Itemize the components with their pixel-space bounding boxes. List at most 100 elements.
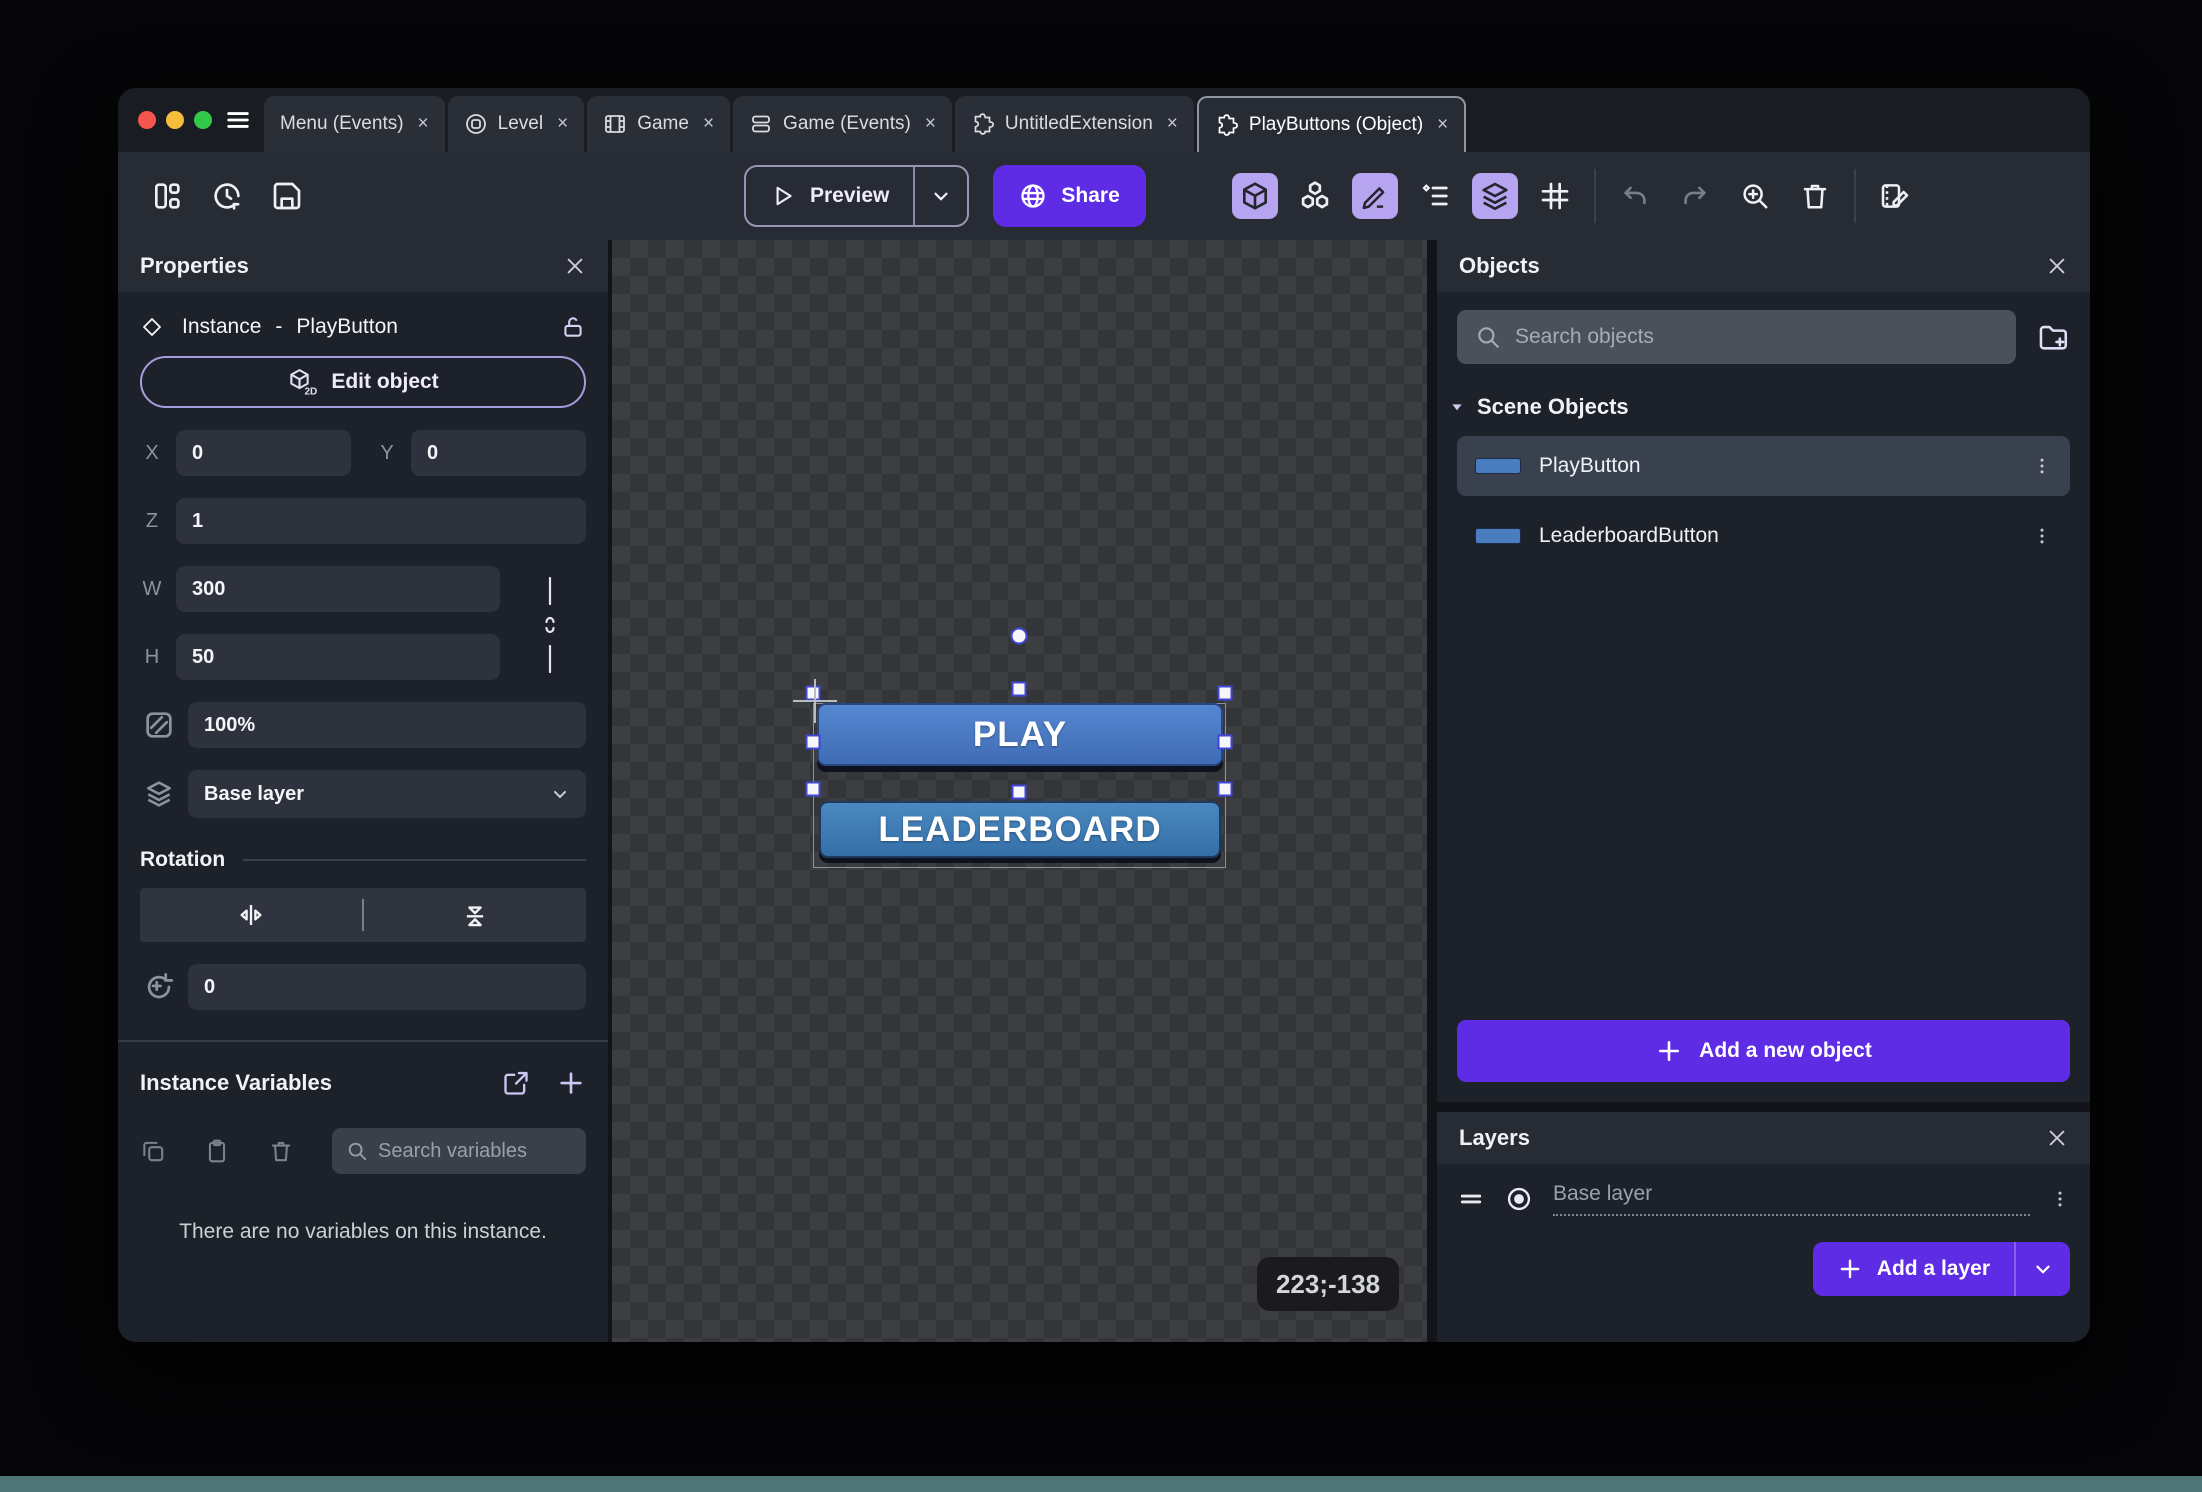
- close-icon[interactable]: [2046, 1127, 2068, 1149]
- close-tab-icon[interactable]: ×: [557, 113, 568, 135]
- tab-level[interactable]: Level ×: [448, 96, 585, 152]
- preview-button[interactable]: Preview: [744, 165, 969, 227]
- selection-handle-bottom-left[interactable]: [806, 782, 821, 797]
- height-input[interactable]: [176, 634, 500, 680]
- rotation-handle[interactable]: [1011, 628, 1028, 645]
- tab-playbuttons-object[interactable]: PlayButtons (Object) ×: [1197, 96, 1466, 152]
- close-tab-icon[interactable]: ×: [1437, 114, 1448, 136]
- opacity-input[interactable]: [188, 702, 586, 748]
- add-new-object-button[interactable]: Add a new object: [1457, 1020, 2070, 1082]
- selection-handle-top-right[interactable]: [1218, 686, 1233, 701]
- layer-select[interactable]: Base layer: [188, 770, 586, 818]
- rotate-icon: [140, 969, 178, 1005]
- close-tab-icon[interactable]: ×: [1167, 113, 1178, 135]
- selection-handle-top-center[interactable]: [1012, 682, 1027, 697]
- object-row-leaderboardbutton[interactable]: LeaderboardButton: [1457, 506, 2070, 566]
- panel-title: Objects: [1459, 253, 1540, 279]
- close-icon[interactable]: [2046, 255, 2068, 277]
- share-button[interactable]: Share: [993, 165, 1145, 227]
- close-tab-icon[interactable]: ×: [925, 113, 936, 135]
- unlock-icon[interactable]: [560, 314, 586, 340]
- close-tab-icon[interactable]: ×: [703, 113, 714, 135]
- object-menu-icon[interactable]: [2032, 456, 2052, 476]
- z-input[interactable]: [176, 498, 586, 544]
- selection-handle-mid-right[interactable]: [1218, 735, 1233, 750]
- rotation-row: [140, 964, 586, 1010]
- open-variables-dialog-icon[interactable]: [502, 1069, 530, 1097]
- object-name: PlayButton: [1539, 454, 1641, 478]
- properties-body: Instance - PlayButton 2D Edit object X: [118, 292, 608, 1342]
- redo-icon[interactable]: [1672, 173, 1718, 219]
- no-variables-message: There are no variables on this instance.: [173, 1216, 553, 1249]
- objects-body: Scene Objects PlayButton LeaderboardButt…: [1437, 292, 2090, 1102]
- zoom-in-icon[interactable]: [1732, 173, 1778, 219]
- flip-vertical-button[interactable]: [364, 900, 586, 930]
- layer-name-field[interactable]: Base layer: [1553, 1182, 2030, 1216]
- tab-label: Level: [498, 113, 543, 135]
- search-variables-input[interactable]: [378, 1140, 572, 1163]
- objects-panel: Objects Scene Objects: [1437, 240, 2090, 1102]
- add-layer-button[interactable]: Add a layer: [1813, 1242, 2070, 1296]
- layer-visibility-icon[interactable]: [1505, 1185, 1533, 1213]
- x-input[interactable]: [176, 430, 351, 476]
- instances-list-icon[interactable]: [1412, 173, 1458, 219]
- save-icon[interactable]: [264, 173, 310, 219]
- paste-icon[interactable]: [204, 1138, 230, 1164]
- leaderboard-button-instance[interactable]: LEADERBOARD: [819, 801, 1221, 858]
- add-folder-icon[interactable]: [2036, 320, 2070, 354]
- layer-select-value: Base layer: [204, 783, 304, 806]
- undo-icon[interactable]: [1612, 173, 1658, 219]
- object-row-playbutton[interactable]: PlayButton: [1457, 436, 2070, 496]
- delete-variable-icon[interactable]: [268, 1138, 294, 1164]
- layer-menu-icon[interactable]: [2050, 1189, 2070, 1209]
- plus-icon: [1655, 1037, 1683, 1065]
- tab-menu-events[interactable]: Menu (Events) ×: [264, 96, 445, 152]
- layers-icon[interactable]: [1472, 173, 1518, 219]
- search-icon: [346, 1140, 368, 1162]
- tab-game-events[interactable]: Game (Events) ×: [733, 96, 952, 152]
- y-input[interactable]: [411, 430, 586, 476]
- edit-pencil-icon[interactable]: [1352, 173, 1398, 219]
- layer-row-base[interactable]: Base layer: [1457, 1170, 2070, 1228]
- selection-handle-bottom-right[interactable]: [1218, 782, 1233, 797]
- search-objects-box[interactable]: [1457, 310, 2016, 364]
- properties-header: Properties: [118, 240, 608, 292]
- version-history-icon[interactable]: [204, 173, 250, 219]
- main-menu-icon[interactable]: [224, 106, 252, 134]
- layer-row: Base layer: [140, 770, 586, 818]
- grid-icon[interactable]: [1532, 173, 1578, 219]
- tab-game-scene[interactable]: Game ×: [587, 96, 730, 152]
- drag-handle-icon[interactable]: [1457, 1185, 1485, 1213]
- add-new-object-label: Add a new object: [1699, 1039, 1872, 1063]
- play-button-instance[interactable]: PLAY: [817, 703, 1223, 766]
- 3d-view-icon[interactable]: [1232, 173, 1278, 219]
- tab-untitled-extension[interactable]: UntitledExtension ×: [955, 96, 1194, 152]
- edit-scene-properties-icon[interactable]: [1872, 173, 1918, 219]
- link-width-height-icon[interactable]: [538, 572, 562, 678]
- objects-cubes-icon[interactable]: [1292, 173, 1338, 219]
- close-tab-icon[interactable]: ×: [418, 113, 429, 135]
- project-manager-icon[interactable]: [144, 173, 190, 219]
- preview-options-button[interactable]: [913, 167, 967, 225]
- scene-canvas[interactable]: PLAY LEADERBOARD 223;-138: [612, 240, 1427, 1342]
- scene-objects-section[interactable]: Scene Objects: [1457, 394, 2070, 420]
- selection-handle-bottom-center[interactable]: [1012, 785, 1027, 800]
- zoom-window-button[interactable]: [194, 111, 212, 129]
- close-icon[interactable]: [564, 255, 586, 277]
- search-objects-input[interactable]: [1515, 326, 1998, 349]
- tab-label: PlayButtons (Object): [1249, 114, 1423, 136]
- copy-icon[interactable]: [140, 1138, 166, 1164]
- search-variables-box[interactable]: [332, 1128, 586, 1174]
- flip-horizontal-button[interactable]: [140, 900, 362, 930]
- rotation-input[interactable]: [188, 964, 586, 1010]
- object-menu-icon[interactable]: [2032, 526, 2052, 546]
- minimize-window-button[interactable]: [166, 111, 184, 129]
- close-window-button[interactable]: [138, 111, 156, 129]
- edit-object-button[interactable]: 2D Edit object: [140, 356, 586, 408]
- trash-icon[interactable]: [1792, 173, 1838, 219]
- add-variable-icon[interactable]: [556, 1068, 586, 1098]
- add-layer-options-button[interactable]: [2016, 1242, 2070, 1296]
- width-input[interactable]: [176, 566, 500, 612]
- selection-handle-top-left[interactable]: [806, 686, 821, 701]
- selection-handle-mid-left[interactable]: [806, 735, 821, 750]
